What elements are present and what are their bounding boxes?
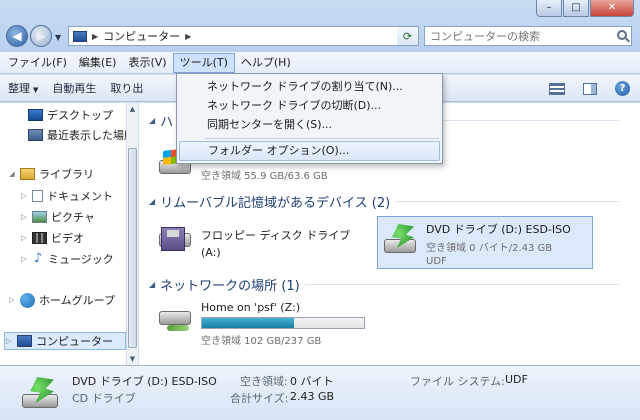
menu-item-map-network-drive[interactable]: ネットワーク ドライブの割り当て(N)... [179,77,440,97]
sidebar-item-libraries[interactable]: ◢ ライブラリ [8,165,94,183]
sidebar-item-documents[interactable]: ▷ ドキュメント [20,187,113,205]
forward-button[interactable]: ▶ [30,25,52,47]
collapse-triangle-icon[interactable]: ◢ [149,116,155,125]
drive-free-space: 空き領域 102 GB/237 GB [201,336,322,347]
navigation-pane: デスクトップ 最近表示した場所 ◢ ライブラリ ▷ ドキュメント ▷ ピクチャ … [0,103,138,365]
floppy-drive-icon [157,223,193,255]
forward-arrow-icon: ▶ [36,29,46,43]
menu-bar: ファイル(F) 編集(E) 表示(V) ツール(T) ヘルプ(H) [0,52,640,74]
collapsed-triangle-icon[interactable]: ▷ [8,296,16,304]
dvd-drive-icon [382,221,418,253]
search-box[interactable] [424,26,632,46]
details-total-value: 2.43 GB [290,390,335,403]
collapsed-triangle-icon[interactable]: ▷ [20,255,28,263]
group-header-network[interactable]: ◢ ネットワークの場所 (1) [149,275,619,294]
help-icon[interactable]: ? [615,81,630,96]
pictures-icon [32,211,47,223]
drive-network[interactable]: Home on 'psf' (Z:) 空き領域 102 GB/237 GB [157,301,365,347]
drive-name: フロッピー ディスク ドライブ [201,229,351,242]
drive-filesystem: UDF [426,256,447,267]
sidebar-item-videos[interactable]: ▷ ビデオ [20,229,84,247]
scroll-down-arrow-icon[interactable]: ▼ [127,353,138,365]
drive-name: DVD ドライブ (D:) ESD-ISO [426,223,571,236]
drive-free-space: 空き領域 0 バイト/2.43 GB [426,243,553,254]
breadcrumb-separator-icon[interactable]: ▶ [92,32,98,41]
network-drive-icon [157,301,193,333]
refresh-icon: ⟳ [402,29,413,43]
group-header-removable[interactable]: ◢ リムーバブル記憶域があるデバイス (2) [149,192,619,211]
recent-pages-dropdown[interactable]: ▼ [55,33,61,42]
refresh-button[interactable]: ⟳ [397,26,419,46]
details-fs-value: UDF [505,373,528,386]
close-button[interactable]: ✕ [590,0,634,17]
menu-help[interactable]: ヘルプ(H) [235,53,297,73]
menu-item-folder-options[interactable]: フォルダー オプション(O)... [179,141,440,161]
sidebar-item-music[interactable]: ▷ ♪ ミュージック [20,250,113,268]
drive-name: Home on 'psf' (Z:) [201,301,301,314]
expanded-triangle-icon[interactable]: ◢ [8,170,16,178]
sidebar-item-desktop[interactable]: デスクトップ [28,106,113,124]
details-pane: DVD ドライブ (D:) ESD-ISO CD ドライブ 空き領域: 0 バイ… [0,365,640,420]
scroll-up-arrow-icon[interactable]: ▲ [127,103,138,115]
menu-separator [205,138,439,139]
computer-icon [73,30,87,42]
organize-button[interactable]: 整理 ▼ [8,80,38,96]
drive-floppy[interactable]: フロッピー ディスク ドライブ (A:) [157,223,350,259]
window-controls: – □ ✕ [536,0,634,17]
minimize-button[interactable]: – [536,0,562,17]
sidebar-item-recent-places[interactable]: 最近表示した場所 [28,126,135,144]
search-input[interactable] [425,27,605,45]
collapse-triangle-icon[interactable]: ◢ [149,197,155,206]
menu-item-open-sync-center[interactable]: 同期センターを開く(S)... [179,115,440,135]
breadcrumb-computer[interactable]: コンピューター [103,28,180,44]
menu-edit[interactable]: 編集(E) [73,53,123,73]
drive-free-space: 空き領域 55.9 GB/63.6 GB [201,171,328,182]
details-type: CD ドライブ [72,392,136,405]
menu-tools[interactable]: ツール(T) [172,52,235,73]
menu-file[interactable]: ファイル(F) [2,53,73,73]
search-icon[interactable] [617,30,627,40]
change-view-icon[interactable] [549,82,565,95]
preview-pane-icon[interactable] [583,82,597,95]
collapsed-triangle-icon[interactable]: ▷ [20,192,28,200]
menu-item-disconnect-network-drive[interactable]: ネットワーク ドライブの切断(D)... [179,96,440,116]
sidebar-scrollbar[interactable]: ▲ ▼ [126,103,138,365]
library-icon [20,168,35,180]
details-free-label: 空き領域: [240,375,288,388]
menu-view[interactable]: 表示(V) [122,53,172,73]
collapse-triangle-icon[interactable]: ◢ [149,280,155,289]
address-bar[interactable]: ▶ コンピューター ▶ ▼ [68,26,418,46]
back-arrow-icon: ◀ [12,29,22,43]
documents-icon [32,190,43,202]
back-button[interactable]: ◀ [6,25,28,47]
computer-icon [17,335,32,347]
autoplay-button[interactable]: 自動再生 [52,80,96,96]
collapsed-triangle-icon[interactable]: ▷ [20,234,28,242]
eject-button[interactable]: 取り出 [110,80,143,96]
drive-dvd[interactable]: DVD ドライブ (D:) ESD-ISO 空き領域 0 バイト/2.43 GB… [377,216,593,269]
scroll-thumb[interactable] [128,148,137,348]
details-total-label: 合計サイズ: [230,392,289,405]
sidebar-item-pictures[interactable]: ▷ ピクチャ [20,208,95,226]
details-fs-label: ファイル システム: [410,375,505,388]
breadcrumb-separator-icon[interactable]: ▶ [185,32,191,41]
music-note-icon: ♪ [33,251,43,266]
tools-dropdown-menu: ネットワーク ドライブの割り当て(N)... ネットワーク ドライブの切断(D)… [176,73,443,164]
sidebar-item-homegroup[interactable]: ▷ ホームグループ [8,291,115,309]
homegroup-icon [20,292,35,308]
chevron-down-icon: ▼ [33,86,39,94]
usage-bar [201,317,365,329]
details-name: DVD ドライブ (D:) ESD-ISO [72,375,217,388]
title-bar: – □ ✕ ◀ ▶ ▼ ▶ コンピューター ▶ ▼ ⟳ [0,0,640,52]
desktop-icon [28,109,43,121]
dvd-drive-icon [20,374,60,412]
maximize-button[interactable]: □ [563,0,589,17]
videos-icon [32,232,47,244]
collapsed-triangle-icon[interactable]: ▷ [20,213,28,221]
sidebar-item-computer[interactable]: ▷ コンピューター [4,332,126,350]
details-free-value: 0 バイト [290,375,334,388]
drive-letter: (A:) [201,246,221,259]
collapsed-triangle-icon[interactable]: ▷ [5,337,13,345]
recent-places-icon [28,129,43,141]
